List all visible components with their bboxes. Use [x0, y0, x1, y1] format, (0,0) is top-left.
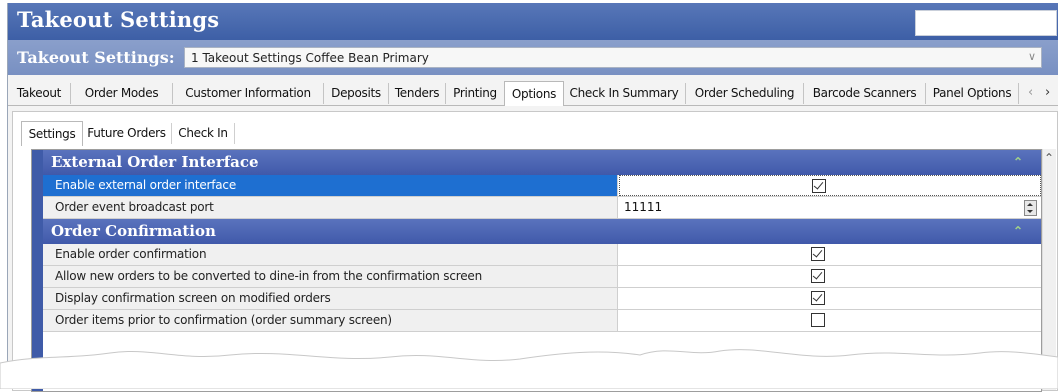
tab-scroll-left-icon[interactable]: ‹	[1028, 85, 1033, 100]
tab-takeout[interactable]: Takeout	[8, 83, 71, 104]
main-tab-strip: Takeout Order Modes Customer Information…	[8, 81, 1058, 106]
tab-customer-information[interactable]: Customer Information	[173, 83, 324, 104]
allow-convert-dine-in-checkbox[interactable]	[811, 269, 825, 283]
property-label: Order items prior to confirmation (order…	[43, 310, 618, 331]
title-search-box[interactable]	[915, 10, 1057, 36]
property-label: Enable order confirmation	[43, 244, 618, 265]
record-selector-value: 1 Takeout Settings Coffee Bean Primary	[191, 51, 429, 65]
section-external-order-interface[interactable]: External Order Interface ⌃	[43, 150, 1041, 175]
property-value[interactable]: 11111	[619, 197, 1041, 218]
row-enable-external-order-interface[interactable]: Enable external order interface	[43, 175, 1041, 197]
tab-order-modes[interactable]: Order Modes	[71, 83, 173, 104]
enable-external-order-interface-checkbox[interactable]	[812, 179, 826, 193]
tab-options[interactable]: Options	[504, 81, 564, 106]
record-selector-label: Takeout Settings:	[17, 48, 175, 67]
enable-order-confirmation-checkbox[interactable]	[811, 247, 825, 261]
spinner-arrows-icon[interactable]	[1024, 200, 1037, 216]
row-order-event-broadcast-port[interactable]: Order event broadcast port 11111	[43, 197, 1041, 219]
tab-scroll-right-icon[interactable]: ›	[1045, 85, 1050, 100]
torn-edge-decoration	[0, 349, 1058, 389]
subtab-check-in[interactable]: Check In	[172, 123, 235, 144]
tab-deposits[interactable]: Deposits	[324, 83, 389, 104]
property-value[interactable]	[619, 288, 1041, 309]
row-allow-convert-dine-in[interactable]: Allow new orders to be converted to dine…	[43, 266, 1041, 288]
tab-barcode-scanners[interactable]: Barcode Scanners	[804, 83, 926, 104]
title-bar: Takeout Settings	[8, 3, 1058, 40]
broadcast-port-input[interactable]: 11111	[624, 197, 662, 218]
display-confirmation-modified-checkbox[interactable]	[811, 291, 825, 305]
tab-order-scheduling[interactable]: Order Scheduling	[686, 83, 804, 104]
section-title: External Order Interface	[51, 153, 259, 171]
property-label: Enable external order interface	[43, 175, 618, 196]
settings-window: Takeout Settings Takeout Settings: 1 Tak…	[7, 3, 1058, 392]
property-value[interactable]	[619, 266, 1041, 287]
section-order-confirmation[interactable]: Order Confirmation ⌃	[43, 219, 1041, 244]
record-selector-bar: Takeout Settings: 1 Takeout Settings Cof…	[8, 40, 1058, 75]
section-title: Order Confirmation	[51, 222, 216, 240]
subtab-future-orders[interactable]: Future Orders	[82, 123, 172, 144]
property-value[interactable]	[619, 310, 1041, 331]
tab-panel-options[interactable]: Panel Options	[926, 83, 1019, 104]
window-title: Takeout Settings	[17, 7, 220, 32]
tab-check-in-summary[interactable]: Check In Summary	[563, 83, 686, 104]
scroll-up-icon[interactable]: ⌃	[1044, 151, 1054, 165]
collapse-icon[interactable]: ⌃	[1013, 219, 1023, 244]
chevron-down-icon[interactable]: ∨	[1028, 50, 1036, 63]
order-items-prior-confirmation-checkbox[interactable]	[811, 313, 825, 327]
row-order-items-prior-confirmation[interactable]: Order items prior to confirmation (order…	[43, 310, 1041, 332]
property-label: Allow new orders to be converted to dine…	[43, 266, 618, 287]
property-value[interactable]	[619, 175, 1041, 196]
property-label: Display confirmation screen on modified …	[43, 288, 618, 309]
record-selector-dropdown[interactable]: 1 Takeout Settings Coffee Bean Primary ∨	[184, 47, 1042, 68]
row-enable-order-confirmation[interactable]: Enable order confirmation	[43, 244, 1041, 266]
tab-printing[interactable]: Printing	[446, 83, 505, 104]
property-label: Order event broadcast port	[43, 197, 618, 218]
tab-tenders[interactable]: Tenders	[389, 83, 446, 104]
collapse-icon[interactable]: ⌃	[1013, 150, 1023, 175]
property-value[interactable]	[619, 244, 1041, 265]
row-display-confirmation-modified[interactable]: Display confirmation screen on modified …	[43, 288, 1041, 310]
subtab-settings[interactable]: Settings	[21, 121, 83, 146]
